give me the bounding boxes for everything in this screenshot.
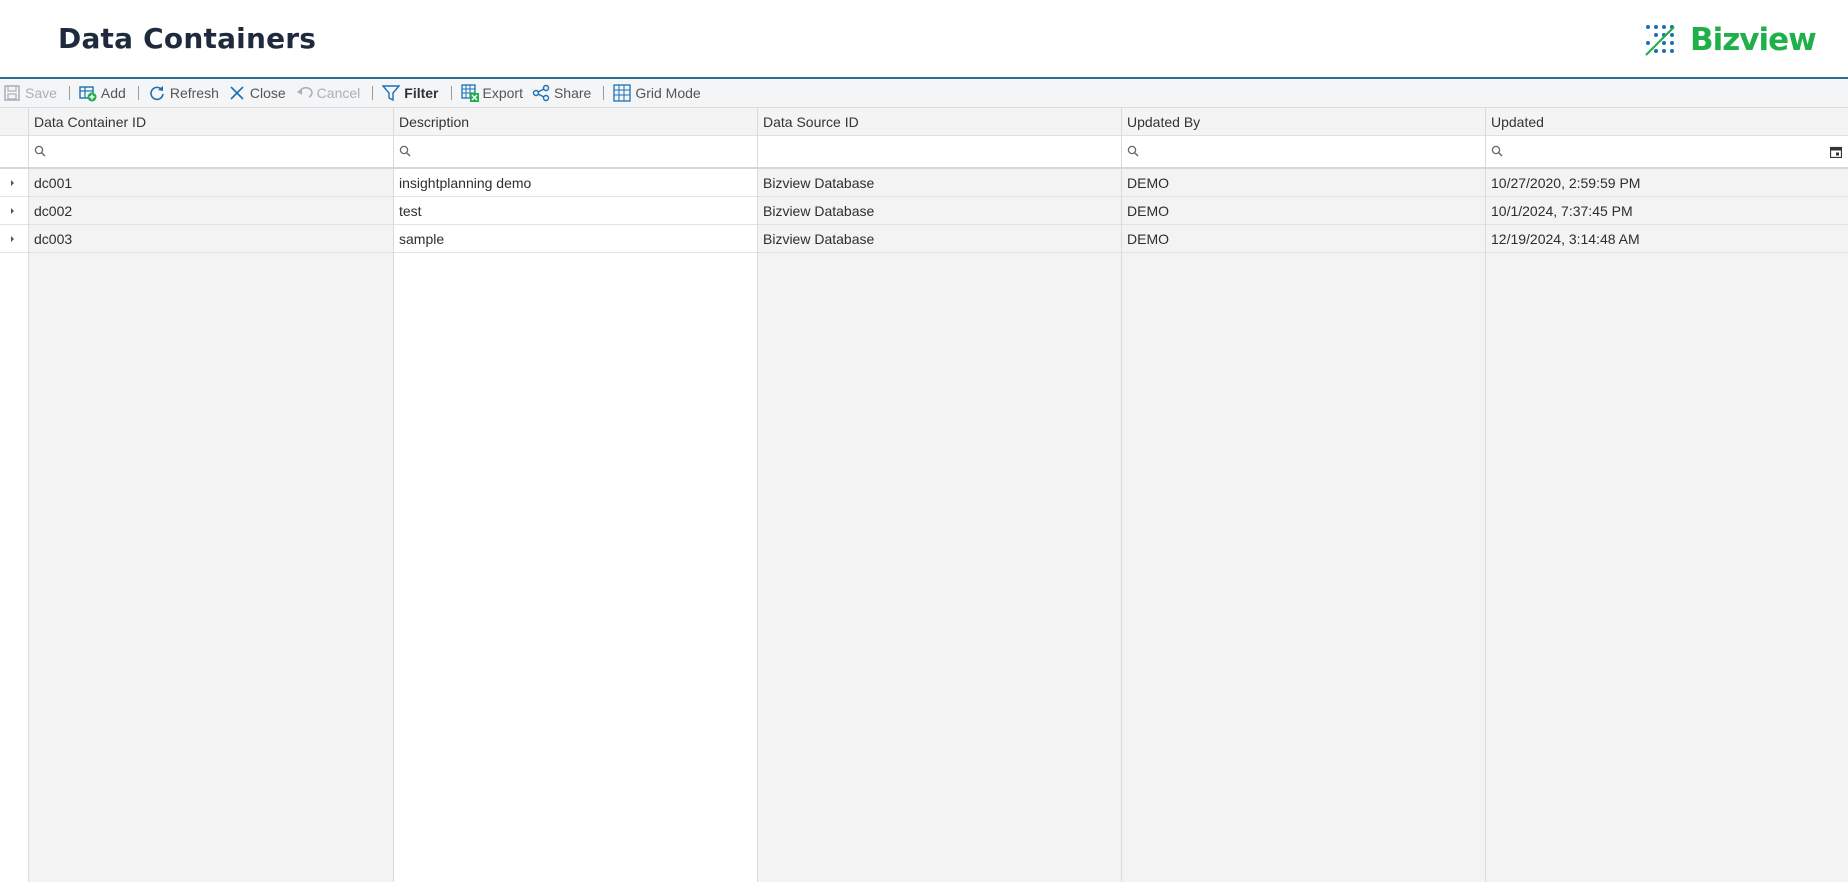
toolbar-separator [372,86,374,100]
search-icon [34,145,46,157]
column-header-data-source-id[interactable]: Data Source ID [757,108,1121,136]
row-expand-icon[interactable] [0,169,28,197]
undo-icon [296,86,313,98]
export-button[interactable]: Export [458,79,529,108]
save-label: Save [25,85,57,101]
cell-updated[interactable]: 10/27/2020, 2:59:59 PM [1485,169,1848,197]
search-icon [399,145,411,157]
cell-data-container-id[interactable]: dc003 [28,225,393,253]
column-header-description[interactable]: Description [393,108,757,136]
add-label: Add [100,85,126,101]
table-row[interactable]: dc001 insightplanning demo Bizview Datab… [0,169,1848,197]
grid-header-row: Data Container ID Description Data Sourc… [0,108,1848,136]
filter-cell-data-source-id [757,136,1121,167]
page-title: Data Containers [58,22,317,55]
filter-icon [382,85,401,102]
filter-input-data-source-id[interactable] [762,140,1099,164]
add-icon [79,86,97,102]
logo-dots-icon [1645,25,1675,56]
filter-label: Filter [404,85,439,101]
cell-description[interactable]: insightplanning demo [393,169,757,197]
filter-cell-description [393,136,757,167]
toolbar-separator [68,86,70,100]
save-button[interactable]: Save [0,79,63,108]
cell-updated[interactable]: 10/1/2024, 7:37:45 PM [1485,197,1848,225]
share-label: Share [553,85,592,101]
cell-data-container-id[interactable]: dc001 [28,169,393,197]
close-button[interactable]: Close [225,79,292,108]
close-label: Close [249,85,286,101]
filter-button[interactable]: Filter [379,79,444,108]
share-button[interactable]: Share [529,79,597,108]
grid-icon [613,84,631,102]
app-header: Data Containers Bizview [0,0,1848,79]
cancel-label: Cancel [316,85,361,101]
export-icon [460,84,479,102]
filter-cell-updated-by [1121,136,1485,167]
row-expand-icon[interactable] [0,225,28,253]
column-header-updated[interactable]: Updated [1485,108,1848,136]
data-grid: Data Container ID Description Data Sourc… [0,108,1848,882]
save-icon [4,85,20,101]
search-icon [1491,145,1503,157]
cell-description[interactable]: test [393,197,757,225]
toolbar: Save Add Refresh Close Cancel Filter Exp… [0,79,1848,108]
export-label: Export [482,85,523,101]
row-expand-icon[interactable] [0,197,28,225]
cell-data-container-id[interactable]: dc002 [28,197,393,225]
share-icon [532,84,550,102]
refresh-label: Refresh [169,85,219,101]
calendar-icon[interactable] [1830,146,1842,158]
cancel-button[interactable]: Cancel [292,79,367,108]
grid-filter-row [0,136,1848,169]
search-icon [1127,145,1139,157]
table-row[interactable]: dc002 test Bizview Database DEMO 10/1/20… [0,197,1848,225]
toolbar-separator [137,86,139,100]
grid-mode-label: Grid Mode [635,85,701,101]
filter-cell-updated [1485,136,1848,167]
toolbar-separator [450,86,452,100]
column-header-updated-by[interactable]: Updated By [1121,108,1485,136]
filter-input-updated-by[interactable] [1140,140,1477,164]
cell-updated[interactable]: 12/19/2024, 3:14:48 AM [1485,225,1848,253]
table-row[interactable]: dc003 sample Bizview Database DEMO 12/19… [0,225,1848,253]
filter-input-description[interactable] [412,140,749,164]
column-header-data-container-id[interactable]: Data Container ID [28,108,393,136]
refresh-icon [150,86,164,101]
cell-updated-by[interactable]: DEMO [1121,197,1485,225]
logo-text: Bizview [1690,22,1817,58]
grid-mode-button[interactable]: Grid Mode [610,79,706,108]
filter-cell-data-container-id [28,136,393,167]
cell-updated-by[interactable]: DEMO [1121,169,1485,197]
close-icon [230,86,244,100]
cell-data-source-id[interactable]: Bizview Database [757,225,1121,253]
bizview-logo: Bizview [1644,22,1817,58]
cell-updated-by[interactable]: DEMO [1121,225,1485,253]
filter-input-data-container-id[interactable] [47,140,385,164]
toolbar-separator [603,86,605,100]
refresh-button[interactable]: Refresh [145,79,225,108]
cell-data-source-id[interactable]: Bizview Database [757,197,1121,225]
cell-description[interactable]: sample [393,225,757,253]
filter-input-updated[interactable] [1504,140,1840,164]
cell-data-source-id[interactable]: Bizview Database [757,169,1121,197]
add-button[interactable]: Add [76,79,132,108]
